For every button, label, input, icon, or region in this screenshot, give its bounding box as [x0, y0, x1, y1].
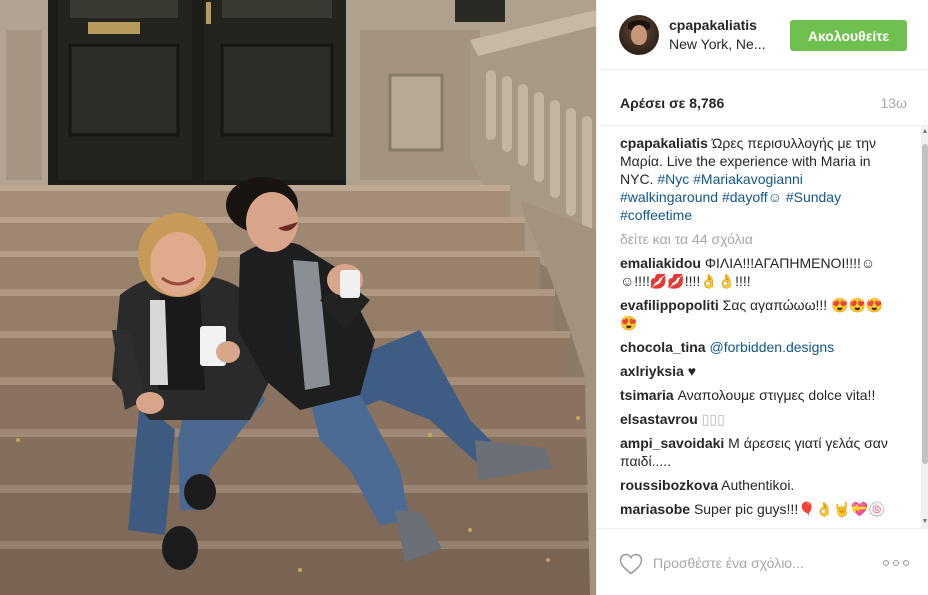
hashtag-link[interactable]: #coffeetime	[620, 207, 692, 223]
comment-text: ♥	[687, 363, 697, 379]
username-link[interactable]: cpapakaliatis	[669, 17, 757, 33]
scroll-down-arrow-icon[interactable]: ▼	[921, 518, 928, 526]
post-photo[interactable]	[0, 0, 596, 595]
post-time: 13ω	[880, 95, 907, 111]
more-options-icon[interactable]	[883, 557, 909, 569]
comment-item: chocola_tina @forbidden.designs	[620, 338, 890, 356]
following-button[interactable]: Ακολουθείτε	[790, 20, 907, 51]
comment-item: axlriyksia ♥	[620, 362, 890, 380]
more-dot	[883, 560, 889, 566]
comment-username[interactable]: ampi_savoidaki	[620, 435, 724, 451]
photo-illustration	[0, 0, 596, 595]
caption-username[interactable]: cpapakaliatis	[620, 135, 708, 151]
comment-username[interactable]: mariasobe	[620, 501, 690, 517]
comment-item: ampi_savoidaki Μ άρεσεις γιατί γελάς σαν…	[620, 434, 890, 470]
comment-item: tsimaria Αναπολουμε στιγμες dolce vita!!	[620, 386, 890, 404]
comment-username[interactable]: evafilippopoliti	[620, 297, 719, 313]
comment-username[interactable]: chocola_tina	[620, 339, 706, 355]
scrollbar-thumb[interactable]	[922, 144, 928, 464]
more-dot	[893, 560, 899, 566]
hashtag-link[interactable]: #Sunday	[786, 189, 841, 205]
likes-count[interactable]: Αρέσει σε 8,786	[620, 95, 724, 111]
post-side-panel: cpapakaliatis New York, Ne... Ακολουθείτ…	[596, 0, 928, 595]
comment-username[interactable]: axlriyksia	[620, 363, 684, 379]
view-all-comments-link[interactable]: δείτε και τα 44 σχόλια	[620, 230, 890, 248]
add-comment-bar	[597, 528, 928, 595]
post-header: cpapakaliatis New York, Ne... Ακολουθείτ…	[597, 0, 928, 70]
hashtag-link[interactable]: #Nyc	[657, 171, 689, 187]
comment-item: roussibozkova Authentikoi.	[620, 476, 890, 494]
comments-list: cpapakaliatis Ώρες περισυλλογής με την Μ…	[620, 134, 890, 524]
comment-item: mariasobe Super pic guys!!!🎈👌🤘💝🍥	[620, 500, 890, 518]
comment-text: Authentikoi.	[721, 477, 795, 493]
comment-text: ▯▯▯	[701, 411, 725, 427]
comment-username[interactable]: elsastavrou	[620, 411, 698, 427]
likes-row: Αρέσει σε 8,786 13ω	[597, 70, 928, 126]
hashtag-link[interactable]: #dayoff☺	[722, 189, 782, 205]
comments-section[interactable]: cpapakaliatis Ώρες περισυλλογής με την Μ…	[597, 126, 928, 528]
comment-mention-link[interactable]: @forbidden.designs	[709, 339, 834, 355]
hashtag-link[interactable]: #walkingaround	[620, 189, 718, 205]
comment-input[interactable]	[653, 551, 853, 575]
comment-item: emaliakidou ΦΙΛΙΑ!!!ΑΓΑΠΗΜΕΝΟΙ!!!!☺☺!!!!…	[620, 254, 890, 290]
location-link[interactable]: New York, Ne...	[669, 36, 766, 52]
avatar[interactable]	[619, 15, 659, 55]
comment-item: evafilippopoliti Σας αγαπώωω!!! 😍😍😍😍	[620, 296, 890, 332]
comment-item: elsastavrou ▯▯▯	[620, 410, 890, 428]
scroll-up-arrow-icon[interactable]: ▲	[921, 128, 928, 136]
comment-text: Αναπολουμε στιγμες dolce vita!!	[677, 387, 876, 403]
comments-scrollbar[interactable]: ▲ ▼	[921, 126, 928, 528]
comment-username[interactable]: roussibozkova	[620, 477, 718, 493]
more-dot	[903, 560, 909, 566]
hashtag-link[interactable]: #Mariakavogianni	[693, 171, 803, 187]
comment-username[interactable]: tsimaria	[620, 387, 674, 403]
comment-text: Super pic guys!!!🎈👌🤘💝🍥	[693, 501, 886, 517]
heart-outline-icon[interactable]	[619, 553, 643, 575]
caption: cpapakaliatis Ώρες περισυλλογής με την Μ…	[620, 134, 890, 224]
avatar-face	[631, 25, 647, 45]
comment-username[interactable]: emaliakidou	[620, 255, 701, 271]
